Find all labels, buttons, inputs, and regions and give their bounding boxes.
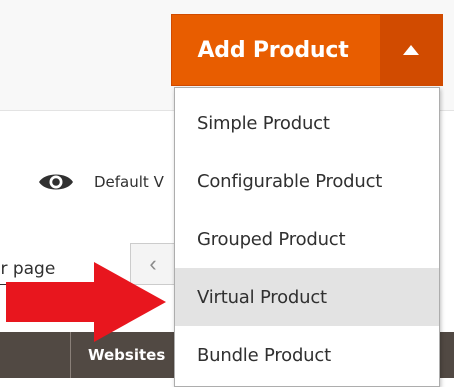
red-arrow-icon [6, 262, 166, 342]
menu-item-grouped-product[interactable]: Grouped Product [175, 210, 439, 268]
menu-item-simple-product[interactable]: Simple Product [175, 94, 439, 152]
view-switcher[interactable]: Default V [38, 170, 164, 194]
grid-column-websites[interactable]: Websites [88, 346, 165, 364]
menu-item-configurable-product[interactable]: Configurable Product [175, 152, 439, 210]
menu-item-virtual-product[interactable]: Virtual Product [175, 268, 439, 326]
eye-icon [39, 174, 73, 190]
add-product-dropdown-menu: Simple Product Configurable Product Grou… [174, 87, 440, 387]
add-product-toggle-button[interactable] [380, 15, 442, 85]
add-product-split-button: Add Product [171, 14, 443, 86]
add-product-button[interactable]: Add Product [172, 15, 380, 85]
menu-item-bundle-product[interactable]: Bundle Product [175, 326, 439, 384]
default-view-label: Default V [94, 173, 164, 191]
caret-up-icon [403, 45, 419, 55]
